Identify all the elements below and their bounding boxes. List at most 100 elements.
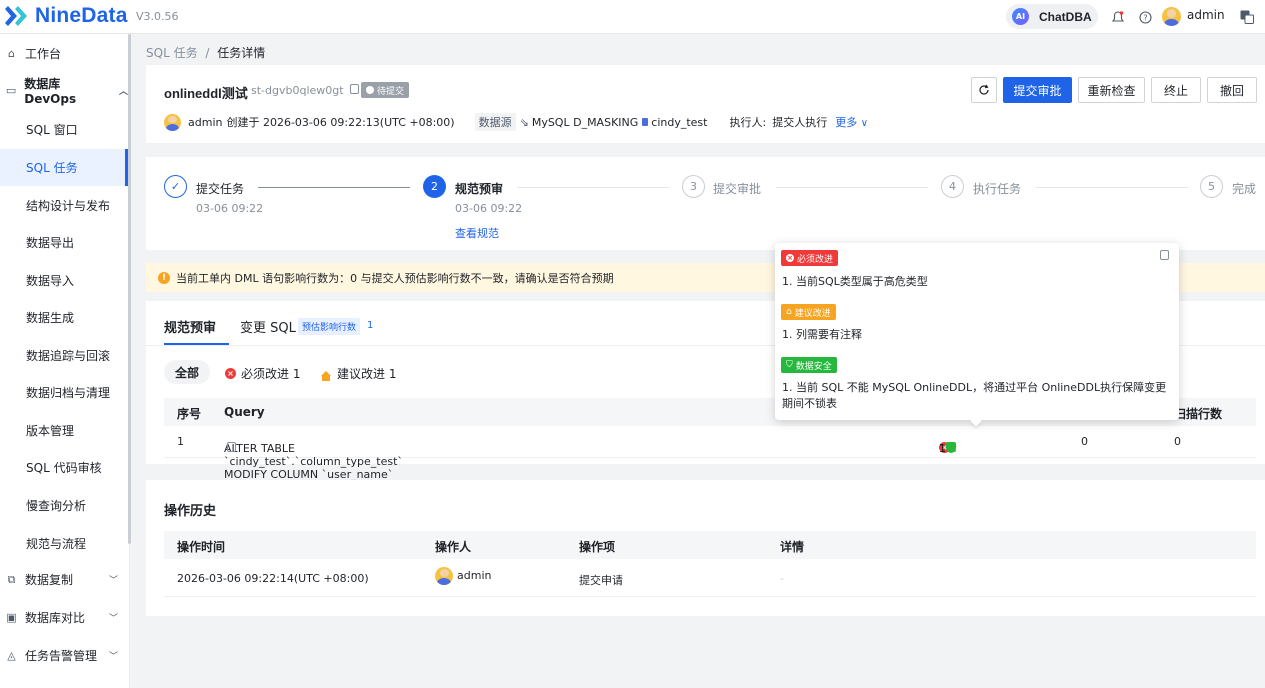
- sidebar-item-schema-design[interactable]: 结构设计与发布: [0, 187, 128, 224]
- breadcrumb-current: 任务详情: [217, 46, 266, 60]
- step-2-label: 规范预审: [455, 182, 504, 196]
- shield-icon: ⛉: [786, 360, 793, 370]
- ninedata-logo-icon: [5, 6, 27, 26]
- step-3-number: 3: [682, 175, 705, 198]
- sidebar-item-data-import[interactable]: 数据导入: [0, 262, 128, 299]
- col-no: 序号: [177, 407, 202, 421]
- sidebar-item-alerts[interactable]: ◬ 任务告警管理 ﹀: [0, 637, 128, 674]
- sidebar-scrollbar[interactable]: [128, 34, 131, 544]
- sidebar-item-slow-query[interactable]: 慢查询分析: [0, 487, 128, 524]
- shield-icon: [946, 442, 956, 453]
- notification-bell-icon[interactable]: [1110, 9, 1126, 25]
- sidebar-item-label: 数据归档与清理: [26, 386, 111, 400]
- sidebar-item-compare[interactable]: ▣ 数据库对比 ﹀: [0, 599, 128, 636]
- row-affected: 0: [1081, 435, 1088, 448]
- must-improve-tag: × 必须改进: [781, 250, 839, 266]
- step-5-label: 完成: [1232, 182, 1257, 196]
- copy-icon[interactable]: [350, 84, 360, 94]
- sidebar-item-label: 数据库对比: [25, 611, 86, 625]
- history-row: 2026-03-06 09:22:14(UTC +08:00) admin 提交…: [164, 563, 1256, 597]
- col-query: Query: [224, 405, 265, 419]
- chevron-down-icon: ﹀: [108, 652, 118, 662]
- database-icon: [642, 118, 649, 126]
- error-icon: ×: [786, 254, 794, 262]
- sidebar-item-devops[interactable]: ▭ 数据库 DevOps ︿: [0, 72, 128, 109]
- sidebar-item-label: 数据生成: [26, 311, 75, 325]
- sidebar-item-label: 数据导出: [26, 236, 75, 250]
- col-detail: 详情: [780, 540, 805, 554]
- user-name[interactable]: admin: [1187, 8, 1225, 22]
- revoke-button[interactable]: 撤回: [1207, 77, 1257, 103]
- breadcrumb-parent[interactable]: SQL 任务: [146, 46, 198, 60]
- col-operator: 操作人: [435, 540, 472, 554]
- col-scan: 扫描行数: [1174, 407, 1223, 421]
- step-1-date: 03-06 09:22: [196, 202, 264, 215]
- col-action: 操作项: [579, 540, 616, 554]
- status-badge: 待提交: [361, 82, 410, 98]
- more-link[interactable]: 更多 ∨: [835, 114, 868, 130]
- suggest-improve-tag: ⌂ 建议改进: [781, 304, 836, 320]
- table-row[interactable]: 1 ALTER TABLE `cindy_test`.`column_type_…: [164, 428, 1256, 494]
- chatdba-button[interactable]: AI ChatDBA: [1006, 4, 1098, 29]
- sidebar-item-label: 数据库 DevOps: [24, 77, 77, 106]
- user-avatar[interactable]: [1162, 7, 1181, 26]
- refresh-button[interactable]: [971, 77, 997, 103]
- filter-must-improve[interactable]: × 必须改进 1: [225, 365, 300, 382]
- copy-icon[interactable]: [1160, 250, 1169, 260]
- copy-icon[interactable]: [227, 442, 236, 452]
- terminate-button[interactable]: 终止: [1151, 77, 1201, 103]
- tab-changes[interactable]: 变更 SQL: [240, 317, 296, 336]
- row-no: 1: [177, 435, 184, 448]
- executor-value: 提交人执行: [772, 116, 828, 129]
- executor-label: 执行人:: [729, 116, 767, 129]
- steps-card: [146, 157, 1265, 250]
- row-scan: 0: [1174, 435, 1181, 448]
- sidebar-item-label: 数据追踪与回滚: [26, 349, 111, 363]
- sidebar-item-label: 工作台: [25, 47, 62, 61]
- filter-suggest-improve[interactable]: 建议改进 1: [321, 365, 396, 382]
- sidebar-item-sql-window[interactable]: SQL 窗口: [0, 111, 128, 148]
- sidebar-item-label: 规范与流程: [26, 537, 87, 551]
- datasource-name[interactable]: MySQL D_MASKING: [532, 116, 638, 129]
- language-switch-icon[interactable]: [1239, 9, 1255, 25]
- submit-approval-button[interactable]: 提交审批: [1003, 77, 1072, 103]
- col-time: 操作时间: [177, 540, 226, 554]
- datasource-tag: 数据源: [474, 113, 516, 131]
- step-connector: [1036, 187, 1188, 188]
- operator-avatar: [435, 567, 453, 585]
- sidebar-item-sql-review[interactable]: SQL 代码审核: [0, 449, 128, 486]
- task-id: st-dgvb0qlew0gt: [251, 84, 360, 97]
- sidebar-item-sql-task[interactable]: SQL 任务: [0, 149, 128, 186]
- app-version: V3.0.56: [136, 10, 179, 23]
- recheck-button[interactable]: 重新检查: [1078, 77, 1145, 103]
- sidebar-item-replication[interactable]: ⧉ 数据复制 ﹀: [0, 561, 128, 598]
- sidebar-item-workbench[interactable]: ⌂ 工作台: [0, 35, 128, 72]
- sidebar-item-label: SQL 窗口: [26, 123, 78, 137]
- compare-icon: ▣: [6, 611, 17, 624]
- help-icon[interactable]: ?: [1137, 9, 1153, 25]
- sidebar-item-label: 任务告警管理: [25, 649, 98, 663]
- step-connector: [776, 187, 928, 188]
- app-logo[interactable]: NineData: [4, 4, 128, 28]
- chatdba-label: ChatDBA: [1039, 9, 1092, 24]
- created-time: 创建于 2026-03-06 09:22:13(UTC +08:00): [226, 116, 455, 129]
- data-security-tag: ⛉ 数据安全: [781, 357, 837, 373]
- sidebar-item-rules[interactable]: 规范与流程: [0, 525, 128, 562]
- sidebar-item-version[interactable]: 版本管理: [0, 412, 128, 449]
- sidebar-item-data-archive[interactable]: 数据归档与清理: [0, 374, 128, 411]
- view-rules-link[interactable]: 查看规范: [455, 225, 499, 241]
- active-tab-indicator: [164, 343, 229, 345]
- sidebar-item-data-export[interactable]: 数据导出: [0, 224, 128, 261]
- warning-icon: !: [158, 271, 170, 284]
- sidebar-item-data-tracking[interactable]: 数据追踪与回滚: [0, 337, 128, 374]
- task-meta: admin 创建于 2026-03-06 09:22:13(UTC +08:00…: [164, 113, 868, 131]
- filter-all[interactable]: 全部: [164, 360, 210, 384]
- tab-review[interactable]: 规范预审: [164, 317, 216, 336]
- sidebar-item-label: 数据复制: [25, 573, 74, 587]
- sidebar-item-data-generation[interactable]: 数据生成: [0, 299, 128, 336]
- database-name[interactable]: cindy_test: [651, 116, 707, 129]
- step-4-label: 执行任务: [973, 182, 1022, 196]
- monitor-icon: ▭: [5, 84, 17, 97]
- chevron-up-icon: ︿: [118, 87, 128, 97]
- warning-text: 当前工单内 DML 语句影响行数为：0 与提交人预估影响行数不一致，请确认是否符…: [176, 271, 614, 285]
